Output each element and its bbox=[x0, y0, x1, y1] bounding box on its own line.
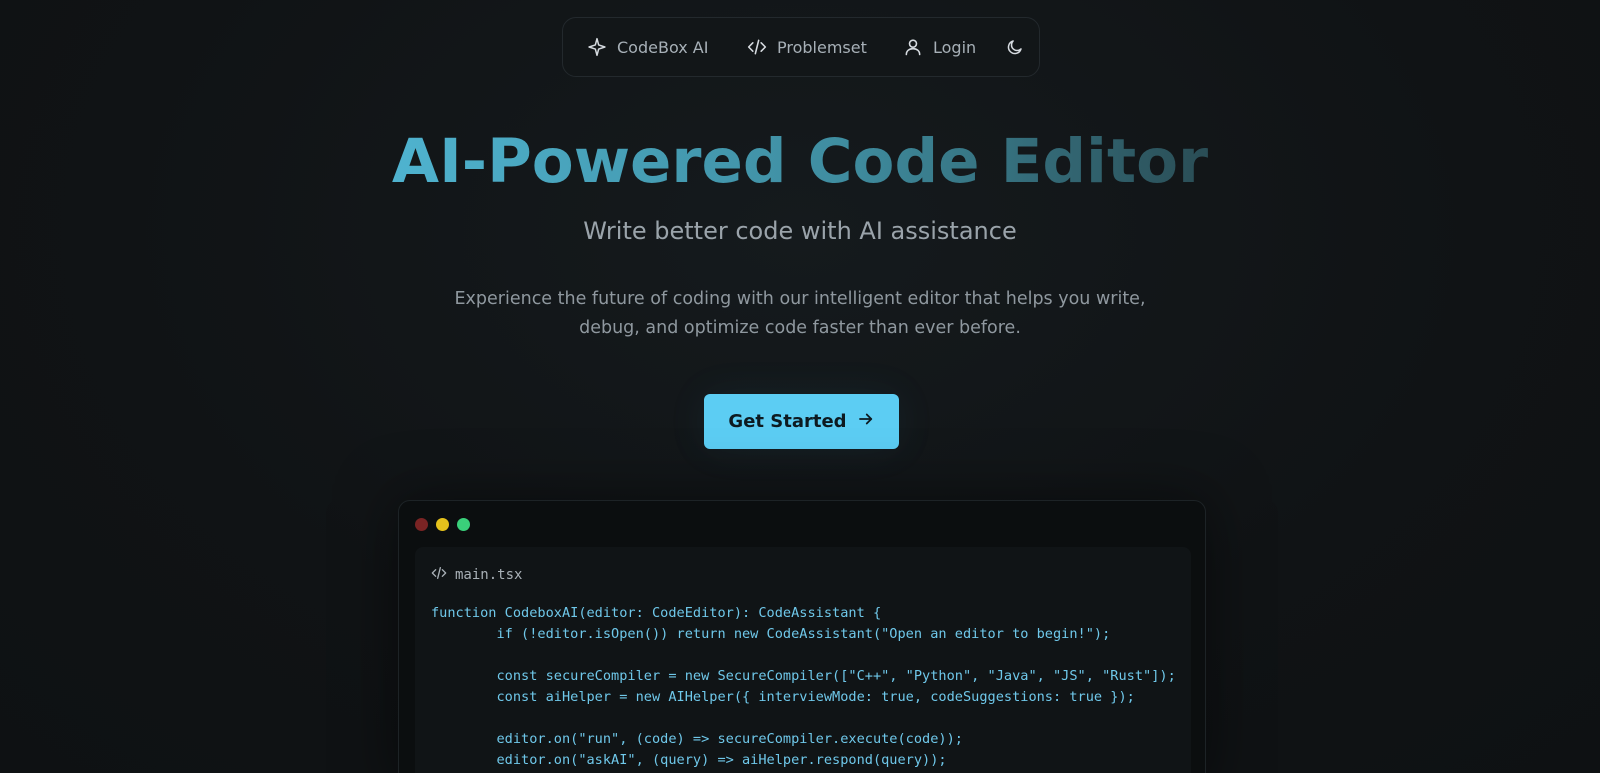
sparkle-icon bbox=[587, 37, 607, 57]
window-close-dot bbox=[415, 518, 428, 531]
hero-title-text: AI-Powered Code Editor bbox=[391, 126, 1209, 197]
file-code-icon bbox=[431, 565, 447, 585]
file-name: main.tsx bbox=[455, 567, 523, 583]
code-line: editor.on("askAI", (query) => aiHelper.r… bbox=[431, 752, 947, 768]
hero-title: AI-Powered Code Editor bbox=[0, 122, 1600, 202]
code-line: editor.on("run", (code) => secureCompile… bbox=[431, 731, 963, 747]
nav-login-link[interactable]: Login bbox=[903, 18, 976, 76]
moon-icon bbox=[1006, 38, 1024, 56]
hero-subtitle: Write better code with AI assistance bbox=[583, 217, 1017, 245]
code-editor-window: main.tsx function CodeboxAI(editor: Code… bbox=[398, 500, 1206, 773]
window-maximize-dot bbox=[457, 518, 470, 531]
theme-toggle-button[interactable] bbox=[1006, 18, 1024, 76]
nav-brand-link[interactable]: CodeBox AI bbox=[587, 18, 708, 76]
nav-problemset-link[interactable]: Problemset bbox=[747, 18, 867, 76]
nav-brand-label: CodeBox AI bbox=[617, 37, 709, 57]
code-icon bbox=[747, 37, 767, 57]
code-block: function CodeboxAI(editor: CodeEditor): … bbox=[431, 603, 1176, 771]
window-minimize-dot bbox=[436, 518, 449, 531]
code-line: ​ bbox=[431, 645, 1176, 666]
code-line: const aiHelper = new AIHelper({ intervie… bbox=[431, 689, 1135, 705]
user-icon bbox=[903, 37, 923, 57]
code-line: ​ bbox=[431, 708, 1176, 729]
file-tab: main.tsx bbox=[431, 565, 522, 585]
code-line: if (!editor.isOpen()) return new CodeAss… bbox=[431, 626, 1111, 642]
get-started-label: Get Started bbox=[728, 411, 847, 432]
nav-problemset-label: Problemset bbox=[777, 37, 867, 57]
arrow-right-icon bbox=[857, 410, 875, 433]
code-panel: main.tsx function CodeboxAI(editor: Code… bbox=[415, 547, 1191, 773]
get-started-button[interactable]: Get Started bbox=[704, 394, 899, 449]
code-line: const secureCompiler = new SecureCompile… bbox=[431, 668, 1176, 684]
hero-description: Experience the future of coding with our… bbox=[454, 289, 1146, 338]
nav-login-label: Login bbox=[933, 37, 977, 57]
top-nav: CodeBox AI Problemset Login bbox=[562, 17, 1040, 77]
code-line: function CodeboxAI(editor: CodeEditor): … bbox=[431, 605, 882, 621]
window-controls bbox=[415, 518, 470, 531]
